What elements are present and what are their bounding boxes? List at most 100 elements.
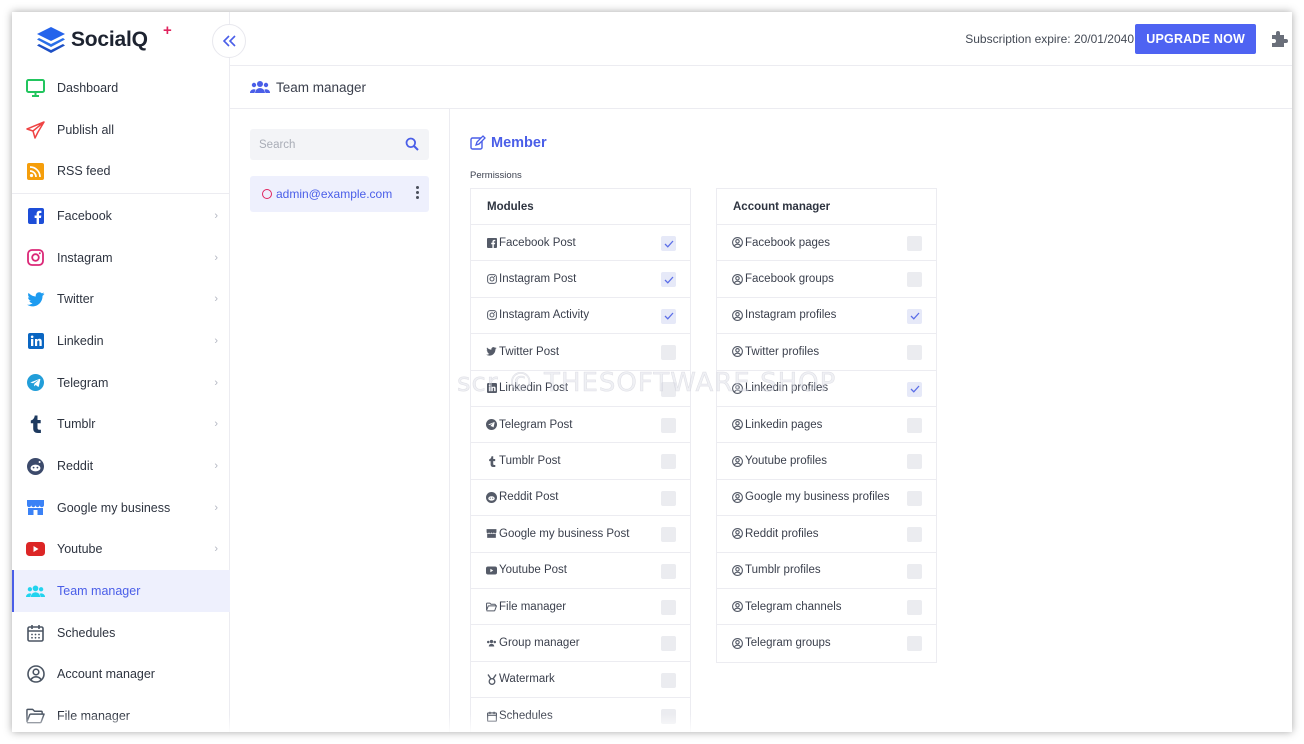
- sidebar-item-twitter[interactable]: Twitter ›: [12, 278, 230, 320]
- permission-checkbox[interactable]: [907, 417, 922, 433]
- module-row-youtube-post: Youtube Post: [471, 553, 690, 589]
- collapse-sidebar-button[interactable]: [212, 24, 246, 58]
- upgrade-now-button[interactable]: UPGRADE NOW: [1135, 24, 1256, 54]
- permission-checkbox[interactable]: [661, 599, 676, 615]
- linkedin-icon: [486, 383, 497, 394]
- account-row-telegram-groups: Telegram groups: [717, 625, 936, 661]
- store-icon: [26, 498, 45, 517]
- sidebar-item-account-manager[interactable]: Account manager: [12, 654, 230, 696]
- module-label: Watermark: [499, 673, 555, 686]
- chevron-right-icon: ›: [214, 209, 218, 222]
- sidebar-item-label: Reddit: [57, 459, 94, 474]
- module-row-watermark: Watermark: [471, 662, 690, 699]
- account-label: Twitter profiles: [745, 345, 820, 358]
- account-manager-table: Account manager Facebook pages Facebook g…: [716, 188, 937, 663]
- permission-checkbox[interactable]: [907, 308, 922, 324]
- paper-plane-icon: [26, 120, 45, 139]
- permission-checkbox[interactable]: [661, 490, 676, 506]
- member-list-item[interactable]: admin@example.com: [250, 176, 429, 212]
- member-title-text: Member: [491, 135, 547, 151]
- account-label: Facebook groups: [745, 273, 834, 286]
- sidebar-item-dashboard[interactable]: Dashboard: [12, 67, 230, 109]
- sidebar-item-tumblr[interactable]: Tumblr ›: [12, 404, 230, 446]
- module-row-file-manager: File manager: [471, 589, 690, 626]
- modules-table: Modules Facebook Post Instagram Post Insta…: [470, 188, 691, 732]
- permission-checkbox[interactable]: [661, 272, 676, 288]
- account-label: Telegram groups: [745, 637, 831, 650]
- permission-checkbox[interactable]: [907, 563, 922, 579]
- permission-checkbox[interactable]: [661, 454, 676, 470]
- search-icon[interactable]: [405, 137, 419, 151]
- module-label: Linkedin Post: [499, 382, 569, 395]
- sidebar-item-instagram[interactable]: Instagram ›: [12, 237, 230, 279]
- reddit-icon: [486, 491, 497, 503]
- permission-checkbox[interactable]: [907, 490, 922, 506]
- sidebar: SocialQ + Dashboard Publish all RSS feed Fa…: [12, 12, 230, 732]
- sidebar-item-facebook[interactable]: Facebook ›: [12, 195, 230, 237]
- page-header: Team manager: [230, 66, 1292, 109]
- permission-checkbox[interactable]: [661, 308, 676, 324]
- sidebar-item-rss-feed[interactable]: RSS feed: [12, 150, 230, 192]
- sidebar-item-label: Telegram: [57, 375, 109, 390]
- users-icon: [26, 582, 45, 601]
- account-label: Telegram channels: [745, 600, 842, 613]
- module-row-tumblr-post: Tumblr Post: [471, 443, 690, 480]
- sidebar-item-linkedin[interactable]: Linkedin ›: [12, 320, 230, 362]
- permission-checkbox[interactable]: [661, 236, 676, 251]
- sidebar-item-team-manager[interactable]: Team manager: [12, 570, 230, 612]
- account-row-reddit-profiles: Reddit profiles: [717, 516, 936, 553]
- sidebar-item-publish-all[interactable]: Publish all: [12, 109, 230, 151]
- logo-text: SocialQ: [71, 28, 148, 51]
- sidebar-item-label: RSS feed: [57, 164, 111, 179]
- tumblr-icon: [26, 415, 45, 434]
- permission-checkbox[interactable]: [661, 381, 676, 397]
- sidebar-item-youtube[interactable]: Youtube ›: [12, 529, 230, 571]
- users-icon: [250, 81, 270, 93]
- permission-checkbox[interactable]: [907, 527, 922, 543]
- user-circle-icon: [732, 273, 743, 285]
- permission-checkbox[interactable]: [661, 527, 676, 543]
- permission-checkbox[interactable]: [661, 345, 676, 361]
- sidebar-item-schedules[interactable]: Schedules: [12, 612, 230, 654]
- subscription-expire-text: Subscription expire: 20/01/2040: [965, 32, 1134, 46]
- more-options-icon[interactable]: [416, 186, 419, 199]
- permission-checkbox[interactable]: [661, 636, 676, 652]
- puzzle-icon[interactable]: [1270, 29, 1290, 54]
- permission-checkbox[interactable]: [907, 272, 922, 288]
- account-row-linkedin-pages: Linkedin pages: [717, 407, 936, 444]
- sidebar-item-label: Publish all: [57, 122, 114, 137]
- permission-checkbox[interactable]: [907, 454, 922, 470]
- linkedin-icon: [26, 331, 45, 350]
- user-circle-icon: [732, 455, 743, 467]
- permission-checkbox[interactable]: [907, 599, 922, 615]
- sidebar-item-label: Youtube: [57, 542, 103, 557]
- account-manager-rows: Facebook pages Facebook groups Instagram p…: [717, 225, 936, 662]
- chevron-right-icon: ›: [214, 543, 218, 556]
- sidebar-item-label: Twitter: [57, 292, 94, 307]
- account-row-youtube-profiles: Youtube profiles: [717, 443, 936, 480]
- permission-checkbox[interactable]: [907, 236, 922, 251]
- sidebar-item-telegram[interactable]: Telegram ›: [12, 362, 230, 404]
- youtube-icon: [26, 540, 45, 559]
- instagram-icon: [26, 248, 45, 267]
- sidebar-item-google-my-business[interactable]: Google my business ›: [12, 487, 230, 529]
- permission-checkbox[interactable]: [907, 381, 922, 397]
- permission-checkbox[interactable]: [661, 563, 676, 579]
- chevron-right-icon: ›: [214, 501, 218, 514]
- facebook-square-icon: [486, 237, 497, 248]
- permission-checkbox[interactable]: [907, 636, 922, 652]
- module-row-telegram-post: Telegram Post: [471, 407, 690, 444]
- permission-checkbox[interactable]: [661, 417, 676, 433]
- sidebar-item-label: Facebook: [57, 208, 112, 223]
- sidebar-item-reddit[interactable]: Reddit ›: [12, 445, 230, 487]
- monitor-icon: [26, 78, 45, 97]
- user-circle-icon: [732, 491, 743, 503]
- logo[interactable]: SocialQ +: [36, 22, 172, 56]
- search-input[interactable]: Search: [250, 129, 429, 160]
- topbar: Subscription expire: 20/01/2040 UPGRADE …: [230, 12, 1292, 66]
- permission-checkbox[interactable]: [907, 345, 922, 361]
- user-circle-icon: [732, 419, 743, 431]
- logo-stack-icon: [37, 27, 65, 53]
- user-circle-icon: [732, 346, 743, 358]
- permission-checkbox[interactable]: [661, 672, 676, 688]
